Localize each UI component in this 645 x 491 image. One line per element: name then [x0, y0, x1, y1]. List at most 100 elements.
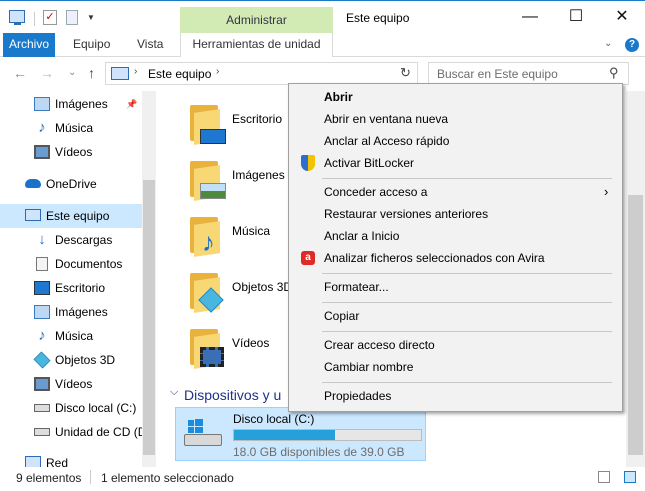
- music-folder-icon[interactable]: ♪: [184, 215, 226, 257]
- sidebar-item-label: Documentos: [55, 257, 123, 271]
- sidebar-item-escritorio[interactable]: Escritorio: [0, 276, 142, 300]
- status-bar: 9 elementos 1 elemento seleccionado: [0, 467, 645, 491]
- back-button[interactable]: ←: [13, 65, 27, 81]
- tab-herramientas-de-unidad[interactable]: Herramientas de unidad: [180, 33, 333, 57]
- breadcrumb[interactable]: Este equipo: [148, 67, 211, 81]
- up-button[interactable]: ↑: [88, 65, 95, 81]
- breadcrumb-separator[interactable]: ›: [216, 66, 219, 77]
- folder-name[interactable]: Música: [232, 224, 270, 238]
- status-separator: [90, 470, 91, 484]
- drive-usage-fill: [234, 430, 335, 440]
- breadcrumb-separator[interactable]: ›: [134, 66, 137, 77]
- sidebar-item-musica[interactable]: ♪ Música: [0, 324, 142, 348]
- sidebar-item-imagenes[interactable]: Imágenes: [0, 300, 142, 324]
- cd-drive-icon: [34, 428, 50, 436]
- menu-item-formatear[interactable]: Formatear...: [292, 276, 619, 298]
- details-view-icon[interactable]: [598, 471, 610, 483]
- sidebar-item-label: Descargas: [55, 233, 113, 247]
- help-icon[interactable]: ?: [625, 38, 639, 52]
- pin-icon[interactable]: 📌: [126, 92, 137, 116]
- folder-name[interactable]: Imágenes: [232, 168, 285, 182]
- 3d-objects-folder-icon[interactable]: [184, 271, 226, 313]
- sidebar-item-label: Imágenes: [55, 305, 108, 319]
- minimize-button[interactable]: —: [507, 1, 553, 34]
- menu-item-cambiar-nombre[interactable]: Cambiar nombre: [292, 356, 619, 378]
- close-button[interactable]: ✕: [599, 1, 645, 34]
- sidebar-item-disco-local[interactable]: Disco local (C:): [0, 396, 142, 420]
- sidebar-item-descargas[interactable]: ↓ Descargas: [0, 228, 142, 252]
- sidebar-item-documentos[interactable]: Documentos: [0, 252, 142, 276]
- drive-icon: [34, 404, 50, 412]
- drive-icon: [184, 418, 224, 448]
- folder-name[interactable]: Vídeos: [232, 336, 269, 350]
- sidebar-item-onedrive[interactable]: OneDrive: [0, 172, 142, 196]
- sidebar-item-label: Imágenes: [55, 97, 108, 111]
- new-folder-qat-icon[interactable]: [66, 10, 78, 25]
- tab-vista[interactable]: Vista: [137, 33, 163, 57]
- ribbon-expand-icon[interactable]: ⌄: [604, 38, 612, 49]
- menu-separator: [322, 273, 612, 274]
- search-box[interactable]: Buscar en Este equipo ⚲: [428, 62, 629, 85]
- refresh-icon[interactable]: ↻: [400, 65, 411, 81]
- content-scrollbar-thumb[interactable]: [628, 195, 643, 455]
- videos-folder-icon[interactable]: [184, 327, 226, 369]
- sidebar-item-red[interactable]: Red: [0, 451, 142, 467]
- maximize-button[interactable]: ☐: [553, 1, 599, 34]
- properties-qat-icon[interactable]: ✓: [43, 10, 57, 25]
- sidebar-item-label: Vídeos: [55, 145, 93, 159]
- sidebar-item-label: Este equipo: [46, 209, 110, 223]
- sidebar-item-este-equipo[interactable]: Este equipo: [0, 204, 142, 228]
- sidebar-item-musica-quick[interactable]: ♪ Música: [0, 116, 142, 140]
- music-icon: ♪: [38, 119, 46, 136]
- pictures-icon: [34, 305, 50, 319]
- sidebar-item-imagenes-quick[interactable]: Imágenes 📌: [0, 92, 142, 116]
- sidebar-item-objetos-3d[interactable]: Objetos 3D: [0, 348, 142, 372]
- large-icons-view-icon[interactable]: [624, 471, 636, 483]
- menu-separator: [322, 331, 612, 332]
- navigation-pane: Imágenes 📌 ♪ Música Vídeos OneDrive Este…: [0, 91, 156, 467]
- sidebar-item-videos-quick[interactable]: Vídeos: [0, 140, 142, 164]
- title-bar: ✓ ▼ Administrar Este equipo — ☐ ✕: [0, 0, 645, 34]
- menu-item-label: Anclar a Inicio: [324, 229, 400, 243]
- recent-locations-button[interactable]: ⌄: [68, 67, 76, 78]
- menu-item-conceder-acceso[interactable]: Conceder acceso a ›: [292, 181, 619, 203]
- sidebar-item-label: OneDrive: [46, 177, 97, 191]
- menu-item-restaurar-versiones[interactable]: Restaurar versiones anteriores: [292, 203, 619, 225]
- this-pc-icon[interactable]: [9, 10, 25, 25]
- menu-item-label: Propiedades: [324, 389, 392, 403]
- status-selection: 1 elemento seleccionado: [101, 471, 234, 485]
- forward-button[interactable]: →: [40, 65, 54, 81]
- menu-item-abrir[interactable]: Abrir: [292, 86, 619, 108]
- devices-group-header[interactable]: Dispositivos y u: [184, 387, 281, 403]
- menu-item-activar-bitlocker[interactable]: Activar BitLocker: [292, 152, 619, 174]
- folder-name[interactable]: Objetos 3D: [232, 280, 292, 294]
- menu-item-crear-acceso-directo[interactable]: Crear acceso directo: [292, 334, 619, 356]
- chevron-down-icon[interactable]: ⌵: [170, 386, 178, 399]
- qat-separator: [34, 12, 35, 26]
- folder-name[interactable]: Escritorio: [232, 112, 282, 126]
- menu-item-abrir-ventana-nueva[interactable]: Abrir en ventana nueva: [292, 108, 619, 130]
- menu-item-anclar-acceso-rapido[interactable]: Anclar al Acceso rápido: [292, 130, 619, 152]
- desktop-folder-icon[interactable]: [184, 103, 226, 145]
- drive-tile-local-c[interactable]: Disco local (C:) 18.0 GB disponibles de …: [175, 407, 426, 461]
- nav-scrollbar-thumb[interactable]: [143, 180, 155, 455]
- menu-item-propiedades[interactable]: Propiedades: [292, 385, 619, 407]
- menu-item-copiar[interactable]: Copiar: [292, 305, 619, 327]
- sidebar-item-videos[interactable]: Vídeos: [0, 372, 142, 396]
- menu-item-analizar-avira[interactable]: a Analizar ficheros seleccionados con Av…: [292, 247, 619, 269]
- search-input[interactable]: Buscar en Este equipo: [437, 67, 558, 81]
- context-menu: Abrir Abrir en ventana nueva Anclar al A…: [288, 83, 623, 412]
- sidebar-item-label: Vídeos: [55, 377, 93, 391]
- pictures-folder-icon[interactable]: [184, 159, 226, 201]
- address-bar[interactable]: › Este equipo › ↻: [105, 62, 418, 85]
- qat-dropdown-icon[interactable]: ▼: [87, 13, 95, 22]
- sidebar-item-unidad-cd[interactable]: Unidad de CD (D: [0, 420, 146, 444]
- context-tab-header: Administrar: [180, 7, 333, 34]
- status-item-count: 9 elementos: [16, 471, 82, 485]
- tab-equipo[interactable]: Equipo: [73, 33, 110, 57]
- drive-name: Disco local (C:): [233, 412, 315, 426]
- tab-archivo[interactable]: Archivo: [3, 33, 55, 57]
- menu-separator: [322, 302, 612, 303]
- menu-item-anclar-inicio[interactable]: Anclar a Inicio: [292, 225, 619, 247]
- music-icon: ♪: [38, 327, 46, 344]
